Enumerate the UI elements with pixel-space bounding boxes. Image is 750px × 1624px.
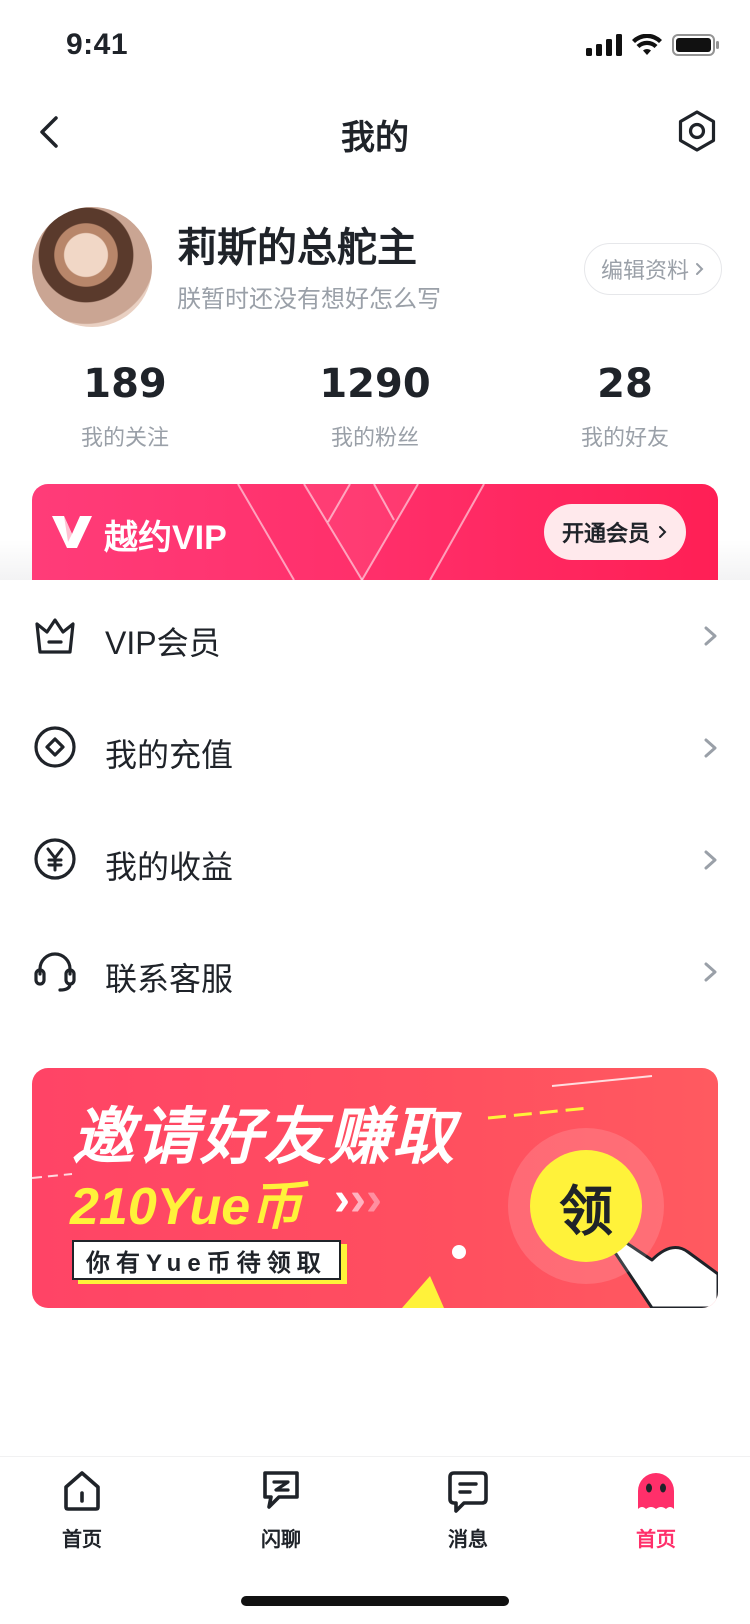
avatar[interactable] <box>32 207 152 327</box>
signal-icon <box>586 34 622 56</box>
recharge-icon <box>34 726 76 768</box>
tab-label: 闪聊 <box>261 1529 301 1551</box>
yen-icon <box>34 838 76 880</box>
tab-label: 首页 <box>62 1529 102 1551</box>
invite-title: 邀请好友赚取 <box>72 1103 457 1172</box>
stat-friends[interactable]: 28 我的好友 <box>500 360 750 460</box>
stat-followers[interactable]: 1290 我的粉丝 <box>250 360 500 460</box>
crown-icon <box>35 618 75 654</box>
home-icon <box>64 1471 100 1511</box>
tab-flash-chat[interactable]: 闪聊 <box>221 1467 341 1552</box>
edit-profile-label: 编辑资料 <box>600 258 689 283</box>
claim-button[interactable]: 领 <box>530 1150 642 1262</box>
tab-profile[interactable]: 首页 <box>596 1467 716 1552</box>
settings-hexagon-icon[interactable] <box>674 108 720 154</box>
menu-list: VIP会员 我的充值 我的收益 联系客服 <box>0 580 750 1028</box>
triple-chevron-icon: ››› <box>334 1173 382 1226</box>
stat-value: 28 <box>597 361 653 407</box>
wifi-icon <box>632 34 662 55</box>
vip-logo-icon <box>52 516 92 548</box>
menu-item-label: 我的充值 <box>105 737 234 773</box>
menu-item-label: 我的收益 <box>105 849 234 885</box>
chevron-right-icon <box>696 263 704 275</box>
vip-banner[interactable]: 越约VIP 开通会员 <box>32 484 718 580</box>
status-icons <box>586 34 720 56</box>
status-time: 9:41 <box>66 28 129 61</box>
chevron-right-icon <box>704 962 717 982</box>
chevron-right-icon <box>704 738 717 758</box>
stat-value: 1290 <box>319 361 431 407</box>
open-membership-label: 开通会员 <box>561 521 650 546</box>
profile-bio: 朕暂时还没有想好怎么写 <box>177 286 441 313</box>
invite-amount: 210Yue币 <box>70 1178 303 1236</box>
stat-label: 我的关注 <box>80 425 169 450</box>
home-indicator <box>241 1596 509 1606</box>
stat-label: 我的粉丝 <box>330 425 419 450</box>
tab-messages[interactable]: 消息 <box>408 1467 528 1552</box>
tab-home[interactable]: 首页 <box>22 1467 142 1552</box>
headset-icon <box>34 952 76 992</box>
menu-item-recharge[interactable]: 我的充值 <box>0 692 750 804</box>
tab-label: 消息 <box>448 1529 488 1551</box>
stat-value: 189 <box>83 361 167 407</box>
nav-bar: 我的 <box>0 92 750 172</box>
stat-label: 我的好友 <box>580 425 669 450</box>
battery-icon <box>672 34 719 56</box>
tab-label: 首页 <box>636 1529 676 1551</box>
message-icon <box>448 1471 488 1513</box>
chevron-right-icon <box>659 526 667 538</box>
menu-item-earnings[interactable]: 我的收益 <box>0 804 750 916</box>
invite-tag: 你有Yue币待领取 <box>72 1240 341 1280</box>
chevron-right-icon <box>704 850 717 870</box>
stats-row: 189 我的关注 1290 我的粉丝 28 我的好友 <box>0 360 750 460</box>
profile-ghost-icon <box>638 1473 674 1509</box>
menu-item-vip[interactable]: VIP会员 <box>0 580 750 692</box>
edit-profile-button[interactable]: 编辑资料 <box>583 243 722 295</box>
page-title: 我的 <box>341 119 409 157</box>
menu-item-label: VIP会员 <box>105 625 221 661</box>
chat-icon <box>263 1471 299 1509</box>
menu-item-label: 联系客服 <box>105 961 234 997</box>
menu-item-support[interactable]: 联系客服 <box>0 916 750 1028</box>
vip-title: 越约VIP <box>104 519 227 557</box>
profile-header: 莉斯的总舵主 朕暂时还没有想好怎么写 编辑资料 <box>32 207 722 329</box>
chevron-right-icon <box>704 626 717 646</box>
open-membership-button[interactable]: 开通会员 <box>543 504 686 560</box>
status-bar: 9:41 <box>0 0 750 92</box>
stat-following[interactable]: 189 我的关注 <box>0 360 250 460</box>
profile-name: 莉斯的总舵主 <box>177 226 417 270</box>
invite-friends-banner[interactable]: 邀请好友赚取 210Yue币 ››› 你有Yue币待领取 领 <box>32 1068 718 1308</box>
